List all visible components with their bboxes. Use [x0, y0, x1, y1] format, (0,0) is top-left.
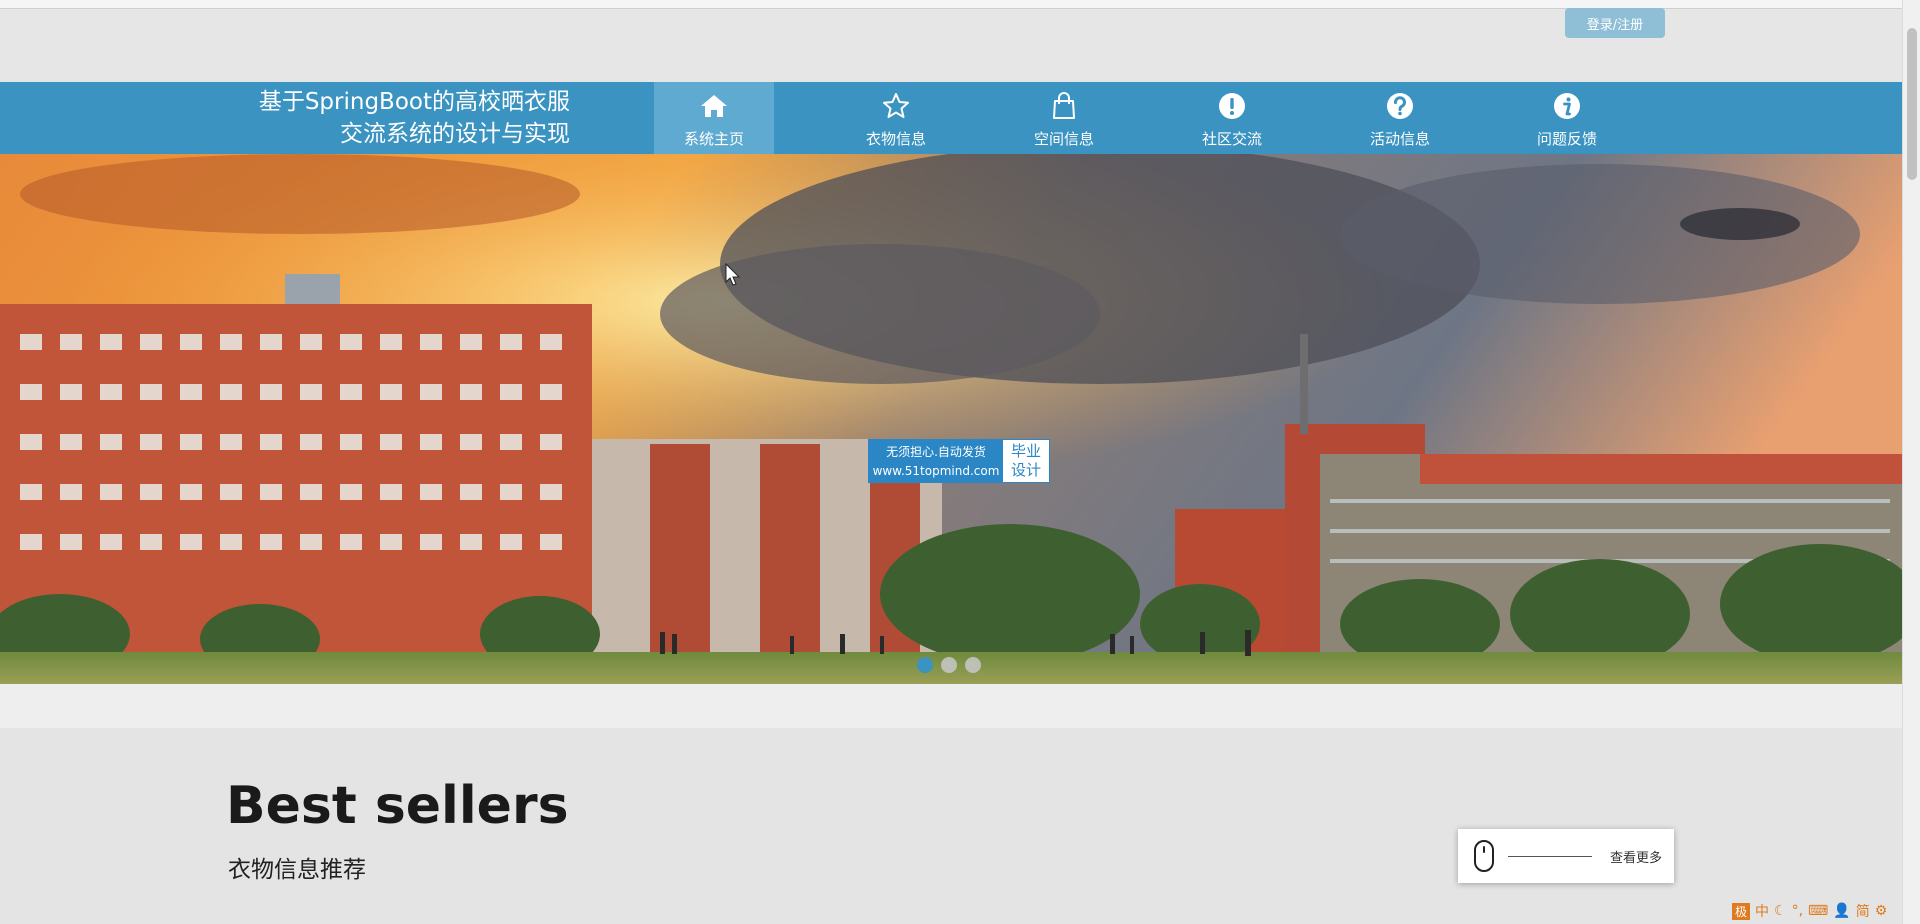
section-title: Best sellers	[226, 776, 569, 836]
watermark-right-line2: 设计	[1010, 461, 1041, 479]
view-more-label: 查看更多	[1610, 851, 1663, 866]
main-navbar: 基于SpringBoot的高校晒衣服 交流系统的设计与实现 系统主页 衣物信息 …	[0, 82, 1902, 154]
exclamation-icon	[1219, 93, 1245, 119]
ime-mode[interactable]: 中	[1755, 901, 1769, 921]
carousel-dots	[917, 657, 981, 673]
ime-toolbar[interactable]: 极 中 ☾ °, ⌨ 👤 简 ⚙	[1732, 900, 1902, 922]
best-sellers-section: Best sellers 衣物信息推荐	[0, 728, 1902, 924]
nav-label-clothes: 衣物信息	[865, 130, 926, 148]
ime-script[interactable]: 简	[1856, 901, 1870, 921]
hero-bottom-band	[0, 684, 1902, 728]
nav-item-community[interactable]: 社区交流	[1172, 82, 1292, 154]
carousel-dot-3[interactable]	[965, 657, 981, 673]
nav-label-feedback: 问题反馈	[1536, 130, 1597, 148]
view-more-button[interactable]: 查看更多	[1458, 829, 1674, 883]
shopping-bag-icon	[1053, 92, 1075, 119]
site-title-line1: 基于SpringBoot的高校晒衣服	[258, 89, 570, 115]
watermark-badge: 无须担心.自动发货 www.51topmind.com 毕业 设计	[868, 439, 1050, 483]
watermark-line1: 无须担心.自动发货	[886, 445, 986, 459]
info-icon	[1554, 93, 1580, 119]
home-icon	[701, 95, 727, 117]
ime-logo[interactable]: 极	[1732, 902, 1751, 920]
watermark-left: 无须担心.自动发货 www.51topmind.com	[869, 440, 1003, 482]
site-title-line2: 交流系统的设计与实现	[340, 121, 570, 147]
carousel-dot-2[interactable]	[941, 657, 957, 673]
nav-item-activities[interactable]: 活动信息	[1340, 82, 1460, 154]
campus-sunset-image	[0, 154, 1902, 684]
mouse-icon	[1474, 840, 1494, 872]
nav-label-activities: 活动信息	[1369, 130, 1430, 148]
punctuation-icon[interactable]: °,	[1792, 903, 1803, 919]
watermark-right-line1: 毕业	[1010, 442, 1041, 460]
moon-icon[interactable]: ☾	[1774, 903, 1787, 919]
watermark-line2: www.51topmind.com	[872, 464, 1000, 478]
site-title: 基于SpringBoot的高校晒衣服 交流系统的设计与实现	[150, 86, 570, 150]
star-icon	[883, 93, 909, 118]
nav-label-home: 系统主页	[683, 130, 744, 148]
carousel-dot-1[interactable]	[917, 657, 933, 673]
vertical-scrollbar[interactable]	[1902, 0, 1920, 924]
nav-item-feedback[interactable]: 问题反馈	[1507, 82, 1627, 154]
nav-item-clothes[interactable]: 衣物信息	[836, 82, 956, 154]
view-more-divider	[1508, 856, 1592, 857]
scrollbar-thumb[interactable]	[1907, 28, 1917, 180]
keyboard-icon[interactable]: ⌨	[1808, 903, 1828, 919]
login-register-button[interactable]: 登录/注册	[1565, 8, 1665, 38]
question-icon	[1387, 93, 1413, 119]
user-icon[interactable]: 👤	[1833, 903, 1850, 919]
nav-label-community: 社区交流	[1201, 130, 1262, 148]
nav-item-space[interactable]: 空间信息	[1004, 82, 1124, 154]
section-subtitle: 衣物信息推荐	[228, 857, 366, 883]
nav-label-space: 空间信息	[1033, 130, 1094, 148]
watermark-right: 毕业 设计	[1003, 440, 1049, 482]
hero-banner[interactable]	[0, 154, 1902, 684]
nav-item-home[interactable]: 系统主页	[654, 82, 774, 154]
gear-icon[interactable]: ⚙	[1875, 903, 1888, 919]
